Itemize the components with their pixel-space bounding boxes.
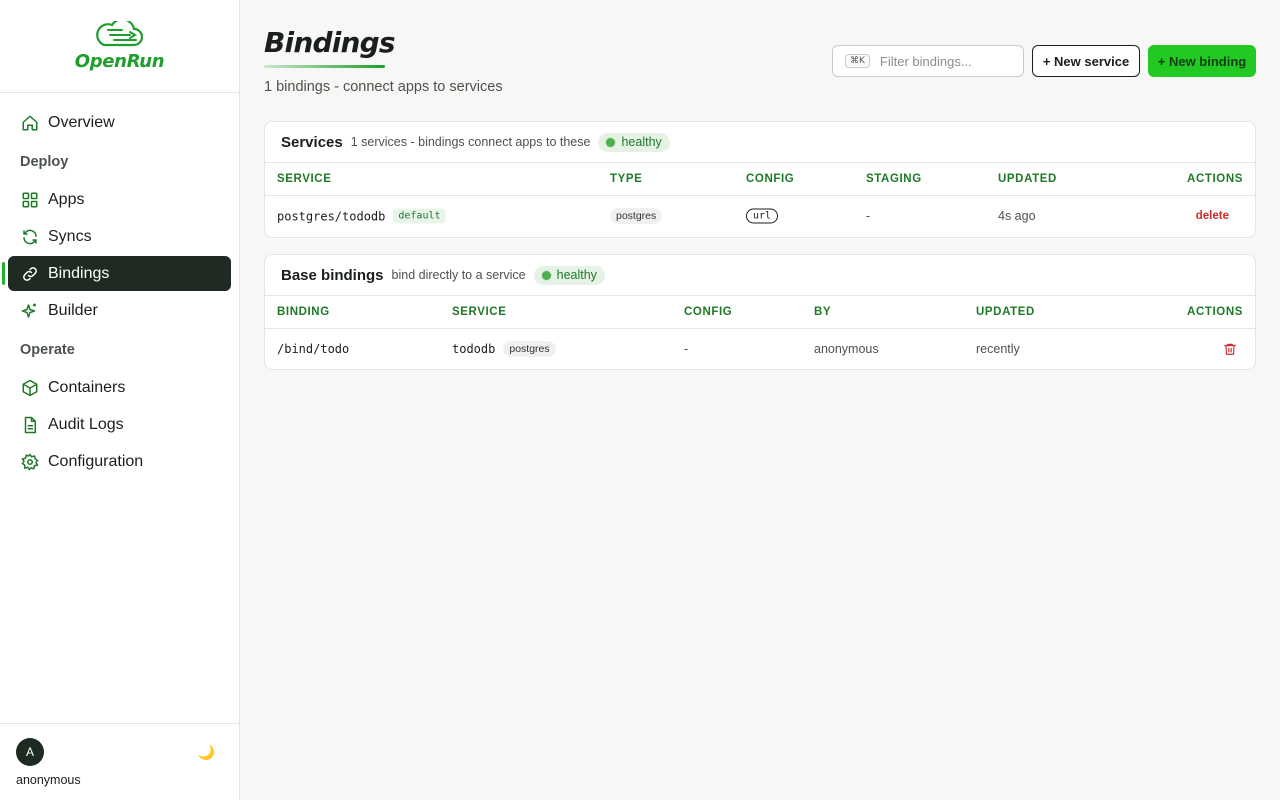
column-header[interactable]: UPDATED	[998, 173, 1057, 185]
services-header: Services 1 services - bindings connect a…	[265, 122, 1255, 163]
home-icon	[20, 113, 40, 133]
sidebar-item-apps[interactable]: Apps	[8, 182, 231, 217]
column-header[interactable]: TYPE	[610, 173, 642, 185]
filter-input[interactable]	[879, 53, 1010, 69]
brand-name: OpenRun	[74, 50, 165, 72]
sidebar-item-label: Audit Logs	[48, 415, 124, 433]
sidebar-item-label: Overview	[48, 113, 115, 131]
nav-section-operate: Operate	[20, 342, 75, 358]
link-icon	[20, 264, 40, 284]
box-icon	[20, 378, 40, 398]
config-cell: url	[746, 208, 779, 224]
dark-mode-toggle-icon[interactable]: 🌙	[198, 744, 215, 761]
column-header[interactable]: BINDING	[277, 306, 330, 318]
grid-icon	[20, 190, 40, 210]
services-card: Services 1 services - bindings connect a…	[264, 121, 1256, 238]
filter-box: ⌘K	[832, 45, 1024, 77]
sidebar-item-label: Bindings	[48, 264, 110, 282]
service-name[interactable]: tododb	[452, 342, 495, 356]
page-subtitle: 1 bindings - connect apps to services	[264, 79, 503, 95]
sidebar-item-containers[interactable]: Containers	[8, 370, 231, 405]
sidebar-item-configuration[interactable]: Configuration	[8, 444, 231, 479]
type-badge: postgres	[610, 208, 663, 224]
sidebar-item-label: Containers	[48, 378, 126, 396]
trash-icon[interactable]	[1223, 342, 1237, 356]
binding-cell: /bind/todo	[277, 342, 349, 356]
binding-path[interactable]: /bind/todo	[277, 342, 349, 356]
services-description: 1 services - bindings connect apps to th…	[350, 135, 591, 149]
sidebar-item-builder[interactable]: Builder	[8, 293, 231, 328]
services-table-header: SERVICE TYPE CONFIG STAGING UPDATED ACTI…	[265, 163, 1255, 196]
status-label: healthy	[621, 135, 662, 149]
document-icon	[20, 415, 40, 435]
by-cell: anonymous	[814, 342, 879, 356]
base-bindings-table-header: BINDING SERVICE CONFIG BY UPDATED ACTION…	[265, 296, 1255, 329]
base-bindings-card: Base bindings bind directly to a service…	[264, 254, 1256, 370]
column-header[interactable]: BY	[814, 306, 831, 318]
service-type-badge: postgres	[503, 341, 556, 357]
delete-button[interactable]: delete	[1196, 210, 1229, 222]
base-bindings-title: Base bindings	[281, 266, 384, 284]
sidebar-item-bindings[interactable]: Bindings	[2, 256, 231, 291]
sidebar-item-label: Apps	[48, 190, 85, 208]
status-badge: healthy	[533, 265, 605, 285]
staging-cell: -	[866, 209, 871, 223]
type-cell: postgres	[610, 208, 663, 224]
refresh-icon	[20, 227, 40, 247]
nav-section-deploy: Deploy	[20, 154, 69, 170]
page-title: Bindings	[264, 26, 396, 59]
column-header[interactable]: SERVICE	[452, 306, 506, 318]
config-cell: -	[684, 342, 689, 356]
sidebar: OpenRun Overview Deploy Apps Syncs Bindi…	[0, 0, 240, 800]
sidebar-nav: Overview Deploy Apps Syncs Bindings Buil…	[0, 93, 239, 479]
updated-cell: recently	[976, 342, 1020, 356]
config-badge[interactable]: url	[746, 208, 779, 224]
status-badge: healthy	[598, 132, 670, 152]
table-row[interactable]: postgres/tododb default postgres url - 4…	[265, 196, 1255, 236]
sidebar-item-audit-logs[interactable]: Audit Logs	[8, 407, 231, 442]
title-underline	[264, 65, 385, 68]
column-header[interactable]: CONFIG	[684, 306, 732, 318]
sidebar-item-label: Syncs	[48, 227, 92, 245]
new-binding-button[interactable]: + New binding	[1148, 45, 1256, 77]
user-name: anonymous	[16, 773, 81, 787]
logo[interactable]: OpenRun	[0, 0, 239, 93]
service-cell: tododb postgres	[452, 341, 556, 357]
services-title: Services	[281, 133, 343, 151]
sparkle-icon	[20, 301, 40, 321]
table-row[interactable]: /bind/todo tododb postgres - anonymous r…	[265, 329, 1255, 369]
shortcut-hint: ⌘K	[845, 54, 870, 68]
service-cell: postgres/tododb default	[277, 208, 446, 224]
avatar[interactable]: A	[16, 738, 44, 766]
new-service-button[interactable]: + New service	[1032, 45, 1140, 77]
sidebar-item-label: Configuration	[48, 452, 144, 470]
column-header[interactable]: UPDATED	[976, 306, 1035, 318]
column-header[interactable]: STAGING	[866, 173, 922, 185]
user-area: A anonymous 🌙	[0, 723, 239, 800]
gear-icon	[20, 452, 40, 472]
column-header[interactable]: CONFIG	[746, 173, 794, 185]
default-badge: default	[393, 208, 446, 224]
status-dot-icon	[606, 137, 616, 147]
column-header: ACTIONS	[1187, 306, 1243, 318]
sidebar-item-overview[interactable]: Overview	[8, 105, 231, 140]
base-bindings-header: Base bindings bind directly to a service…	[265, 255, 1255, 296]
sidebar-item-label: Builder	[48, 301, 98, 319]
service-name[interactable]: postgres/tododb	[277, 209, 385, 223]
updated-cell: 4s ago	[998, 209, 1036, 223]
base-bindings-description: bind directly to a service	[391, 268, 526, 282]
status-dot-icon	[541, 270, 551, 280]
column-header[interactable]: SERVICE	[277, 173, 331, 185]
sidebar-item-syncs[interactable]: Syncs	[8, 219, 231, 254]
status-label: healthy	[556, 268, 597, 282]
cloud-logo-icon	[95, 20, 143, 46]
column-header: ACTIONS	[1187, 173, 1243, 185]
